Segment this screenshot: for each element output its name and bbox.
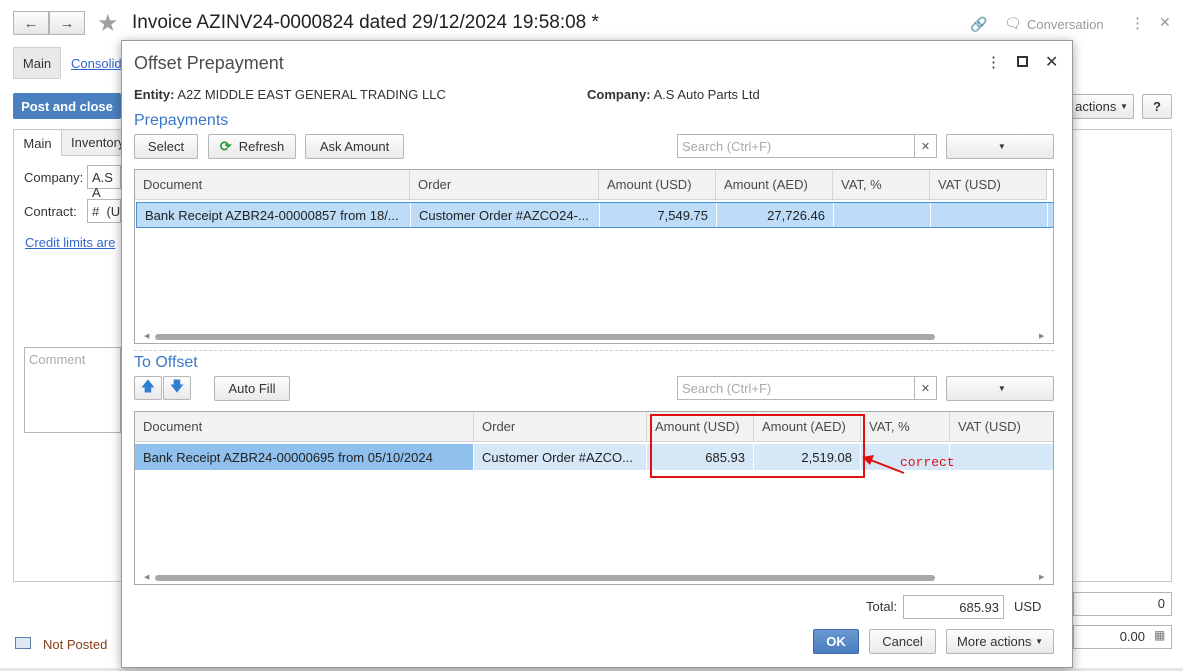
contract-field[interactable]: # (U <box>87 199 121 223</box>
maximize-icon[interactable] <box>1017 56 1028 67</box>
chevron-down-icon: ▼ <box>997 142 1006 151</box>
to-offset-more-actions[interactable]: ▼ <box>946 376 1054 401</box>
cell-amount-aed: 27,726.46 <box>717 203 834 227</box>
dialog-close-icon[interactable]: ✕ <box>1045 52 1058 72</box>
refresh-button[interactable]: ⟳ Refresh <box>208 134 296 159</box>
col-vat-usd[interactable]: VAT (USD) <box>930 170 1047 200</box>
to-offset-scrollbar[interactable] <box>155 575 935 581</box>
arrow-left-icon: ← <box>23 14 39 32</box>
prepayments-more-actions[interactable]: ▼ <box>946 134 1054 159</box>
move-down-button[interactable]: 🡇 <box>163 376 191 400</box>
chevron-down-icon: ▼ <box>1035 637 1043 646</box>
table-row[interactable]: Bank Receipt AZBR24-00000857 from 18/...… <box>136 202 1053 228</box>
chevron-down-icon: ▼ <box>997 384 1006 393</box>
col-amount-usd[interactable]: Amount (USD) <box>599 170 716 200</box>
chevron-down-icon: ▼ <box>1119 102 1128 111</box>
col-vat-pct[interactable]: VAT, % <box>833 170 930 200</box>
credit-limits-link[interactable]: Credit limits are <box>25 235 115 250</box>
tab-consolidated[interactable]: Consolid <box>71 56 122 71</box>
dialog-company-label: Company: <box>587 87 651 102</box>
cell-vat-usd <box>931 203 1048 227</box>
entity-label: Entity: <box>134 87 175 102</box>
dialog-more-icon[interactable]: ⋮ <box>986 53 1001 71</box>
contract-label: Contract: <box>24 204 77 219</box>
actions-dropdown[interactable]: actions ▼ <box>1069 94 1134 119</box>
comment-field[interactable]: Comment <box>24 347 121 433</box>
cancel-button[interactable]: Cancel <box>869 629 936 654</box>
dialog-more-actions[interactable]: More actions ▼ <box>946 629 1054 654</box>
prepayments-heading: Prepayments <box>134 112 229 129</box>
select-button[interactable]: Select <box>134 134 198 159</box>
to-offset-search-input[interactable]: Search (Ctrl+F) <box>677 376 915 400</box>
prepayments-search-input[interactable]: Search (Ctrl+F) <box>677 134 915 158</box>
cell-vat-usd <box>950 444 1053 470</box>
ask-amount-button[interactable]: Ask Amount <box>305 134 404 159</box>
document-status-icon <box>15 637 31 649</box>
chat-icon[interactable]: 🗨 <box>1004 15 1022 32</box>
col-vat-pct[interactable]: VAT, % <box>861 412 950 442</box>
help-button[interactable]: ? <box>1142 94 1172 119</box>
offset-prepayment-dialog: Offset Prepayment ⋮ ✕ Entity: A2Z MIDDLE… <box>121 40 1073 668</box>
cell-order: Customer Order #AZCO... <box>474 444 647 470</box>
back-button[interactable]: ← <box>13 11 49 35</box>
total-field[interactable]: 685.93 <box>903 595 1004 619</box>
to-offset-table: Document Order Amount (USD) Amount (AED)… <box>134 411 1054 585</box>
dialog-company-value: A.S Auto Parts Ltd <box>653 87 760 102</box>
right-field-1[interactable]: 0 <box>1073 592 1172 616</box>
cell-document: Bank Receipt AZBR24-00000857 from 18/... <box>137 203 411 227</box>
col-order[interactable]: Order <box>410 170 599 200</box>
prepayments-scrollbar[interactable] <box>155 334 935 340</box>
col-order[interactable]: Order <box>474 412 647 442</box>
col-vat-usd[interactable]: VAT (USD) <box>950 412 1053 442</box>
more-icon[interactable]: ⋮ <box>1130 14 1145 32</box>
forward-button[interactable]: → <box>49 11 85 35</box>
prepayments-search-clear-icon[interactable]: ✕ <box>915 134 937 158</box>
status-text: Not Posted <box>43 637 108 652</box>
link-icon[interactable]: 🔗 <box>970 16 987 33</box>
move-up-button[interactable]: 🡅 <box>134 376 162 400</box>
arrow-down-icon: 🡇 <box>169 378 185 394</box>
scroll-right-icon[interactable]: ▶ <box>1039 573 1044 581</box>
arrow-up-icon: 🡅 <box>140 378 156 394</box>
entity-value: A2Z MIDDLE EAST GENERAL TRADING LLC <box>177 87 446 102</box>
dialog-title: Offset Prepayment <box>134 53 284 73</box>
to-offset-heading: To Offset <box>134 354 198 371</box>
ok-button[interactable]: OK <box>813 629 859 654</box>
post-and-close-button[interactable]: Post and close <box>13 93 121 119</box>
highlight-box <box>650 414 865 478</box>
auto-fill-button[interactable]: Auto Fill <box>214 376 290 401</box>
company-field[interactable]: A.S A <box>87 165 121 200</box>
scroll-left-icon[interactable]: ◀ <box>144 573 149 581</box>
prepayments-table: Document Order Amount (USD) Amount (AED)… <box>134 169 1054 344</box>
window-title: Invoice AZINV24-0000824 dated 29/12/2024… <box>132 12 599 33</box>
col-document[interactable]: Document <box>135 170 410 200</box>
col-amount-aed[interactable]: Amount (AED) <box>716 170 833 200</box>
conversation-button[interactable]: Conversation <box>1027 17 1104 32</box>
star-icon[interactable]: ★ <box>97 9 119 38</box>
inner-tab-inventory[interactable]: Inventory <box>62 130 124 156</box>
annotation-text: correct <box>900 455 955 470</box>
calculator-icon[interactable]: ▦ <box>1154 628 1165 642</box>
scroll-right-icon[interactable]: ▶ <box>1039 332 1044 340</box>
section-divider <box>134 350 1054 351</box>
cell-order: Customer Order #AZCO24-... <box>411 203 600 227</box>
cell-document: Bank Receipt AZBR24-00000695 from 05/10/… <box>135 444 474 470</box>
inner-tab-main[interactable]: Main <box>14 130 62 156</box>
cell-vat-pct <box>834 203 931 227</box>
company-label: Company: <box>24 170 84 185</box>
scroll-left-icon[interactable]: ◀ <box>144 332 149 340</box>
close-icon[interactable]: ✕ <box>1159 14 1171 31</box>
to-offset-search-clear-icon[interactable]: ✕ <box>915 376 937 400</box>
refresh-icon: ⟳ <box>219 138 232 154</box>
currency-label: USD <box>1014 599 1042 614</box>
arrow-right-icon: → <box>59 14 75 32</box>
cell-amount-usd: 7,549.75 <box>600 203 717 227</box>
col-document[interactable]: Document <box>135 412 474 442</box>
total-label: Total: <box>866 599 898 614</box>
tab-main[interactable]: Main <box>13 47 61 79</box>
